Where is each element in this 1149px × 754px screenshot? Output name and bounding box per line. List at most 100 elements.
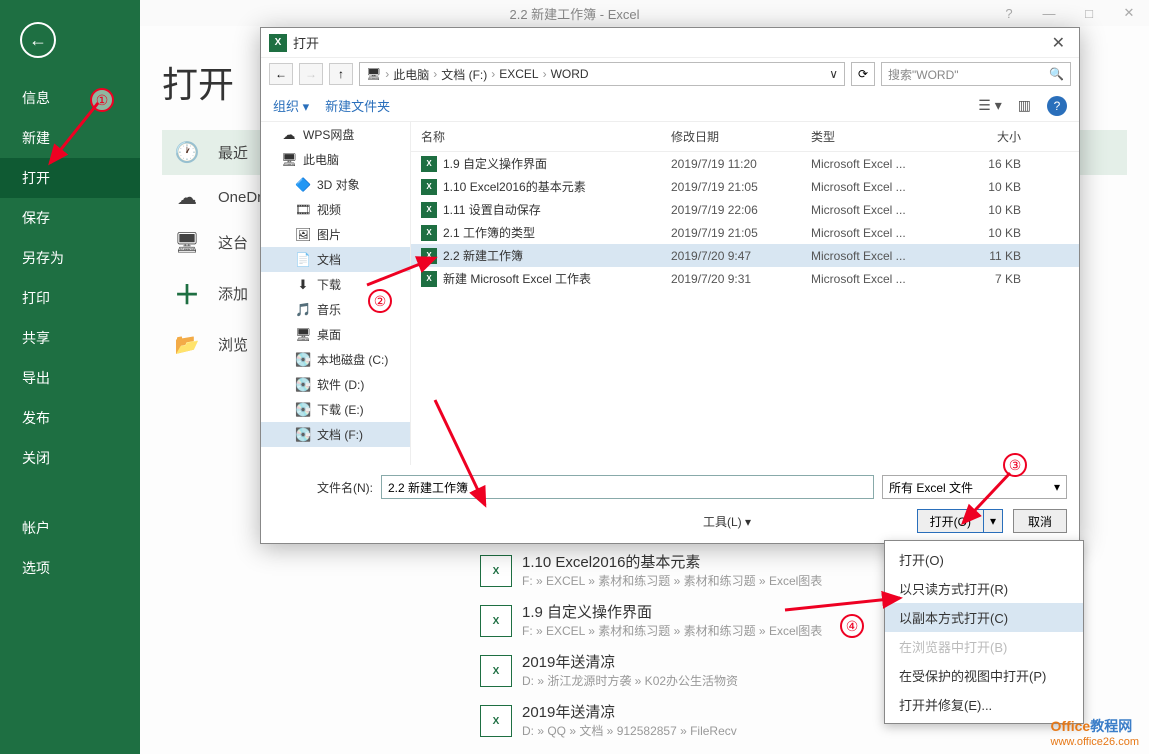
nav-选项[interactable]: 选项 bbox=[0, 548, 140, 588]
file-row[interactable]: X2.1 工作簿的类型2019/7/19 21:05Microsoft Exce… bbox=[411, 221, 1079, 244]
nav-打开[interactable]: 打开 bbox=[0, 158, 140, 198]
watermark: Office教程网 www.office26.com bbox=[1051, 716, 1139, 748]
file-row[interactable]: X1.11 设置自动保存2019/7/19 22:06Microsoft Exc… bbox=[411, 198, 1079, 221]
tree-icon: 🖥 bbox=[281, 152, 297, 168]
help-icon[interactable]: ? bbox=[989, 0, 1029, 26]
filetype-select[interactable]: 所有 Excel 文件▾ bbox=[882, 475, 1067, 499]
plus-icon: ＋ bbox=[170, 275, 204, 312]
excel-file-icon: X bbox=[480, 605, 512, 637]
minimize-icon[interactable]: — bbox=[1029, 0, 1069, 26]
tree-文档 (F:)[interactable]: 💽文档 (F:) bbox=[261, 422, 410, 447]
back-button[interactable]: ← bbox=[20, 22, 56, 58]
nav-另存为[interactable]: 另存为 bbox=[0, 238, 140, 278]
breadcrumb-item[interactable]: WORD bbox=[551, 67, 589, 81]
file-list-header: 名称 修改日期 类型 大小 bbox=[411, 122, 1079, 152]
nav-up-button[interactable]: ↑ bbox=[329, 63, 353, 85]
pc-icon: 🖥 bbox=[170, 230, 204, 255]
tree-icon: 🔷 bbox=[295, 177, 311, 193]
chevron-down-icon: ▾ bbox=[1054, 480, 1060, 494]
excel-icon: X bbox=[269, 34, 287, 52]
search-icon: 🔍 bbox=[1049, 67, 1064, 81]
nav-back-button[interactable]: ← bbox=[269, 63, 293, 85]
open-dropdown-arrow[interactable]: ▾ bbox=[984, 514, 1002, 528]
tree-文档[interactable]: 📄文档 bbox=[261, 247, 410, 272]
cancel-button[interactable]: 取消 bbox=[1013, 509, 1067, 533]
tree-此电脑[interactable]: 🖥此电脑 bbox=[261, 147, 410, 172]
window-controls: ? — □ ✕ bbox=[989, 0, 1149, 26]
tree-icon: 📄 bbox=[295, 252, 311, 268]
nav-发布[interactable]: 发布 bbox=[0, 398, 140, 438]
menu-以只读方式打开(R)[interactable]: 以只读方式打开(R) bbox=[885, 574, 1083, 603]
maximize-icon[interactable]: □ bbox=[1069, 0, 1109, 26]
excel-file-icon: X bbox=[421, 248, 437, 264]
file-list: X1.9 自定义操作界面2019/7/19 11:20Microsoft Exc… bbox=[411, 152, 1079, 290]
menu-打开并修复(E)...[interactable]: 打开并修复(E)... bbox=[885, 690, 1083, 719]
nav-共享[interactable]: 共享 bbox=[0, 318, 140, 358]
close-icon[interactable]: ✕ bbox=[1109, 0, 1149, 26]
clock-icon: 🕐 bbox=[170, 140, 204, 165]
nav-信息[interactable]: 信息 bbox=[0, 78, 140, 118]
tree-软件 (D:)[interactable]: 💽软件 (D:) bbox=[261, 372, 410, 397]
filename-label: 文件名(N): bbox=[273, 479, 373, 496]
open-split-button[interactable]: 打开(O) ▾ bbox=[917, 509, 1003, 533]
tree-icon: ☁ bbox=[281, 127, 297, 143]
tree-3D 对象[interactable]: 🔷3D 对象 bbox=[261, 172, 410, 197]
tree-icon: 💽 bbox=[295, 427, 311, 443]
cloud-icon: ☁ bbox=[170, 185, 204, 210]
nav-关闭[interactable]: 关闭 bbox=[0, 438, 140, 478]
tree-icon: 🎵 bbox=[295, 302, 311, 318]
excel-file-icon: X bbox=[421, 179, 437, 195]
menu-打开(O)[interactable]: 打开(O) bbox=[885, 545, 1083, 574]
search-input[interactable]: 搜索"WORD" 🔍 bbox=[881, 62, 1071, 86]
tree-icon: 💽 bbox=[295, 352, 311, 368]
filename-input[interactable] bbox=[381, 475, 874, 499]
tree-WPS网盘[interactable]: ☁WPS网盘 bbox=[261, 122, 410, 147]
tree-下载 (E:)[interactable]: 💽下载 (E:) bbox=[261, 397, 410, 422]
nav-forward-button[interactable]: → bbox=[299, 63, 323, 85]
menu-在受保护的视图中打开(P)[interactable]: 在受保护的视图中打开(P) bbox=[885, 661, 1083, 690]
annotation-4: ④ bbox=[840, 614, 864, 638]
tree-视频[interactable]: 🎞视频 bbox=[261, 197, 410, 222]
app-title: 2.2 新建工作簿 - Excel bbox=[509, 4, 639, 23]
tree-icon: 💽 bbox=[295, 377, 311, 393]
nav-新建[interactable]: 新建 bbox=[0, 118, 140, 158]
breadcrumb-item[interactable]: 文档 (F:) bbox=[441, 66, 487, 83]
annotation-3: ③ bbox=[1003, 453, 1027, 477]
file-row[interactable]: X1.10 Excel2016的基本元素2019/7/19 21:05Micro… bbox=[411, 175, 1079, 198]
excel-file-icon: X bbox=[480, 555, 512, 587]
organize-button[interactable]: 组织 ▾ bbox=[273, 96, 309, 115]
open-mode-menu: 打开(O)以只读方式打开(R)以副本方式打开(C)在浏览器中打开(B)在受保护的… bbox=[884, 540, 1084, 724]
file-row[interactable]: X1.9 自定义操作界面2019/7/19 11:20Microsoft Exc… bbox=[411, 152, 1079, 175]
tree-本地磁盘 (C:)[interactable]: 💽本地磁盘 (C:) bbox=[261, 347, 410, 372]
newfolder-button[interactable]: 新建文件夹 bbox=[325, 96, 390, 115]
breadcrumb[interactable]: 🖥›此电脑›文档 (F:)›EXCEL›WORD∨ bbox=[359, 62, 845, 86]
annotation-1: ① bbox=[90, 88, 114, 112]
dialog-help-button[interactable]: ? bbox=[1047, 96, 1067, 116]
tree-icon: ⬇ bbox=[295, 277, 311, 293]
nav-打印[interactable]: 打印 bbox=[0, 278, 140, 318]
preview-pane-icon[interactable]: ▥ bbox=[1018, 97, 1031, 114]
tree-icon: 💽 bbox=[295, 402, 311, 418]
tree-图片[interactable]: 🖼图片 bbox=[261, 222, 410, 247]
tree-icon: 🖥 bbox=[295, 327, 311, 343]
dialog-close-button[interactable]: ✕ bbox=[1046, 33, 1071, 53]
tree-icon: 🖼 bbox=[295, 227, 311, 243]
excel-file-icon: X bbox=[480, 705, 512, 737]
nav-帐户[interactable]: 帐户 bbox=[0, 508, 140, 548]
refresh-button[interactable]: ⟳ bbox=[851, 62, 875, 86]
menu-以副本方式打开(C)[interactable]: 以副本方式打开(C) bbox=[885, 603, 1083, 632]
excel-file-icon: X bbox=[421, 271, 437, 287]
tools-button[interactable]: 工具(L) ▾ bbox=[703, 513, 751, 530]
breadcrumb-item[interactable]: 此电脑 bbox=[393, 66, 429, 83]
file-row[interactable]: X2.2 新建工作簿2019/7/20 9:47Microsoft Excel … bbox=[411, 244, 1079, 267]
breadcrumb-dropdown[interactable]: ∨ bbox=[829, 67, 838, 81]
breadcrumb-item[interactable]: EXCEL bbox=[499, 67, 538, 81]
file-row[interactable]: X新建 Microsoft Excel 工作表2019/7/20 9:31Mic… bbox=[411, 267, 1079, 290]
nav-导出[interactable]: 导出 bbox=[0, 358, 140, 398]
open-dialog: X 打开 ✕ ← → ↑ 🖥›此电脑›文档 (F:)›EXCEL›WORD∨ ⟳… bbox=[260, 27, 1080, 544]
nav-保存[interactable]: 保存 bbox=[0, 198, 140, 238]
excel-file-icon: X bbox=[421, 156, 437, 172]
tree-桌面[interactable]: 🖥桌面 bbox=[261, 322, 410, 347]
view-list-icon[interactable]: ☰ ▾ bbox=[978, 97, 1001, 114]
titlebar: 2.2 新建工作簿 - Excel ? — □ ✕ bbox=[0, 0, 1149, 26]
